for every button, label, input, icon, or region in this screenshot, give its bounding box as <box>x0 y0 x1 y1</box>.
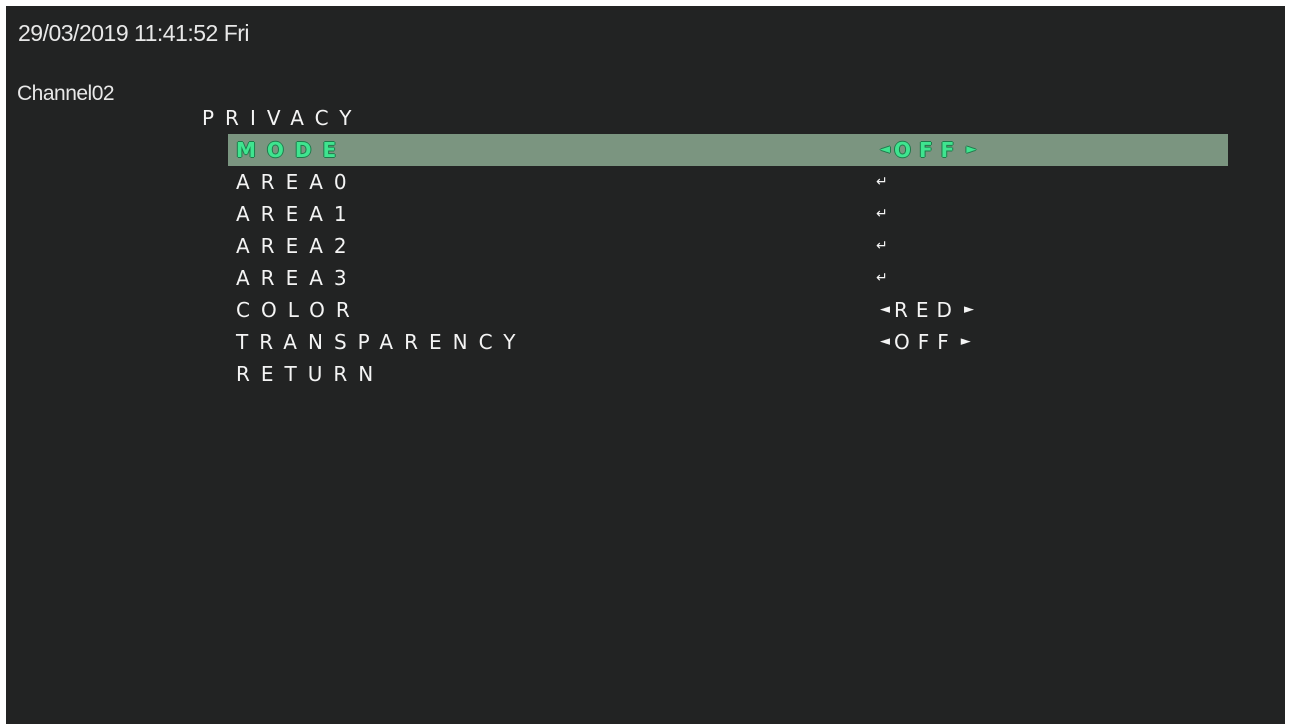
mode-selector[interactable]: ◄ OFF ► <box>876 136 980 164</box>
menu-item-return[interactable]: RETURN <box>228 358 1228 390</box>
menu-item-area1[interactable]: AREA1 ↵ <box>228 198 1228 230</box>
menu-item-label: AREA0 <box>236 170 358 194</box>
menu-item-label: AREA1 <box>236 202 358 226</box>
transparency-selector[interactable]: ◄ OFF ► <box>876 328 975 356</box>
menu-item-area0[interactable]: AREA0 ↵ <box>228 166 1228 198</box>
menu-item-label: TRANSPARENCY <box>236 330 527 354</box>
right-triangle-icon[interactable]: ► <box>964 296 974 324</box>
transparency-value: OFF <box>894 330 957 354</box>
left-triangle-icon[interactable]: ◄ <box>880 328 890 356</box>
menu-item-mode[interactable]: MODE ◄ OFF ► <box>228 134 1228 166</box>
enter-return-icon[interactable]: ↵ <box>876 168 888 196</box>
right-triangle-icon[interactable]: ► <box>961 328 971 356</box>
channel-name: Channel02 <box>17 82 115 105</box>
mode-value: OFF <box>894 138 963 162</box>
menu-item-label: AREA3 <box>236 266 358 290</box>
menu-item-label: COLOR <box>236 298 361 322</box>
osd-screen: 29/03/2019 11:41:52 Fri Channel02 PRIVAC… <box>6 6 1285 724</box>
menu-item-color[interactable]: COLOR ◄ RED ► <box>228 294 1228 326</box>
color-value: RED <box>894 298 960 322</box>
menu-item-label: MODE <box>236 138 348 162</box>
privacy-menu: MODE ◄ OFF ► AREA0 ↵ AREA1 ↵ AREA2 ↵ ARE… <box>228 134 1228 390</box>
enter-return-icon[interactable]: ↵ <box>876 232 888 260</box>
menu-title: PRIVACY <box>202 106 363 130</box>
enter-return-icon[interactable]: ↵ <box>876 264 888 292</box>
left-triangle-icon[interactable]: ◄ <box>880 136 890 164</box>
color-selector[interactable]: ◄ RED ► <box>876 296 978 324</box>
menu-item-area3[interactable]: AREA3 ↵ <box>228 262 1228 294</box>
menu-item-area2[interactable]: AREA2 ↵ <box>228 230 1228 262</box>
menu-item-transparency[interactable]: TRANSPARENCY ◄ OFF ► <box>228 326 1228 358</box>
right-triangle-icon[interactable]: ► <box>966 136 976 164</box>
enter-return-icon[interactable]: ↵ <box>876 200 888 228</box>
menu-item-label: RETURN <box>236 362 385 386</box>
left-triangle-icon[interactable]: ◄ <box>880 296 890 324</box>
timestamp: 29/03/2019 11:41:52 Fri <box>18 20 250 46</box>
menu-item-label: AREA2 <box>236 234 358 258</box>
